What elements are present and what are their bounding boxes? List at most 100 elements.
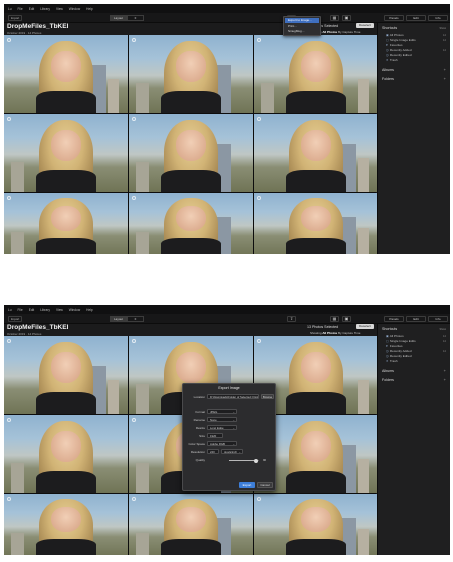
- select-check-icon[interactable]: [132, 497, 136, 501]
- export-button[interactable]: Export: [239, 482, 255, 488]
- photo-thumbnail[interactable]: [4, 336, 128, 414]
- add-folder-icon[interactable]: +: [444, 76, 446, 81]
- filter-dropdown[interactable]: All Photos: [322, 30, 337, 34]
- sidebar-item-favorites[interactable]: ♥ Favorites: [386, 43, 403, 47]
- add-folder-icon[interactable]: +: [444, 377, 446, 382]
- tab-info[interactable]: Info: [428, 15, 448, 21]
- tab-panels[interactable]: Panels: [384, 15, 404, 21]
- tab-edit[interactable]: Edit: [406, 15, 426, 21]
- menu-item[interactable]: Window: [69, 7, 80, 11]
- sidebar-item-recently-added[interactable]: ◷ Recently Added: [386, 349, 412, 353]
- menu-item[interactable]: View: [56, 7, 63, 11]
- menu-item[interactable]: Edit: [29, 308, 35, 312]
- menu-item[interactable]: View: [56, 308, 63, 312]
- select-check-icon[interactable]: [257, 196, 261, 200]
- format-select[interactable]: JPEG ⌄: [207, 409, 237, 414]
- sidebar-item-recently-edited[interactable]: ◷ Recently Edited: [386, 53, 412, 57]
- menu-item-smugmug[interactable]: SmugMug…: [285, 29, 319, 34]
- menu-item[interactable]: Edit: [29, 7, 35, 11]
- select-check-icon[interactable]: [7, 497, 11, 501]
- select-check-icon[interactable]: [132, 38, 136, 42]
- cancel-button[interactable]: Cancel: [257, 482, 273, 488]
- quality-slider[interactable]: [229, 458, 259, 463]
- sidebar-item-recently-added[interactable]: ◷ Recently Added: [386, 48, 412, 52]
- sidebar-item-trash[interactable]: ✕ Trash: [386, 359, 398, 363]
- slider-handle[interactable]: [254, 458, 258, 463]
- menu-item[interactable]: File: [18, 308, 23, 312]
- photo-thumbnail[interactable]: [4, 193, 128, 254]
- export-icon[interactable]: ⇧: [287, 316, 296, 322]
- tab-edit[interactable]: Edit: [406, 316, 426, 322]
- photo-thumbnail[interactable]: [4, 415, 128, 493]
- location-field[interactable]: D:\Downloads\Folder of Selected Original…: [207, 394, 259, 399]
- photo-thumbnail[interactable]: [254, 193, 378, 254]
- browse-button[interactable]: Browse: [261, 394, 274, 399]
- select-check-icon[interactable]: [132, 339, 136, 343]
- menu-item[interactable]: Library: [40, 7, 50, 11]
- photo-thumbnail[interactable]: [254, 35, 378, 113]
- menu-item[interactable]: Library: [40, 308, 50, 312]
- select-check-icon[interactable]: [7, 117, 11, 121]
- menu-item[interactable]: Lu: [8, 308, 12, 312]
- grid-view-icon[interactable]: ▦: [330, 15, 339, 21]
- photo-thumbnail[interactable]: [129, 35, 253, 113]
- select-check-icon[interactable]: [132, 196, 136, 200]
- photo-thumbnail[interactable]: [254, 494, 378, 555]
- show-toggle[interactable]: Show: [440, 328, 447, 331]
- select-check-icon[interactable]: [132, 418, 136, 422]
- menu-item-export-to-image[interactable]: Export to Image…: [285, 18, 319, 23]
- sidebar-item-trash[interactable]: ✕ Trash: [386, 58, 398, 62]
- tab-info[interactable]: Info: [428, 316, 448, 322]
- view-mode-layout[interactable]: Layout: [110, 316, 127, 322]
- select-check-icon[interactable]: [7, 196, 11, 200]
- select-check-icon[interactable]: [132, 117, 136, 121]
- select-check-icon[interactable]: [257, 497, 261, 501]
- view-mode-layout[interactable]: Layout: [110, 15, 127, 21]
- colorspace-select[interactable]: Adobe RGB ⌄: [207, 441, 237, 446]
- menu-item[interactable]: Help: [86, 7, 93, 11]
- photo-thumbnail[interactable]: [4, 114, 128, 192]
- photo-thumbnail[interactable]: [4, 35, 128, 113]
- photo-thumbnail[interactable]: [129, 494, 253, 555]
- photo-thumbnail[interactable]: [129, 114, 253, 192]
- tab-panels[interactable]: Panels: [384, 316, 404, 322]
- import-button[interactable]: Import: [8, 15, 22, 21]
- import-button[interactable]: Import: [8, 316, 22, 322]
- menu-item[interactable]: Help: [86, 308, 93, 312]
- select-check-icon[interactable]: [257, 339, 261, 343]
- sidebar-item-recently-edited[interactable]: ◷ Recently Edited: [386, 354, 412, 358]
- rename-select[interactable]: None ⌄: [207, 417, 237, 422]
- deselect-button[interactable]: Deselect: [356, 23, 374, 28]
- filter-dropdown[interactable]: All Photos: [322, 331, 337, 335]
- view-mode-list[interactable]: ≡: [127, 316, 144, 322]
- menu-item[interactable]: Lu: [8, 7, 12, 11]
- resolution-input[interactable]: 240: [207, 449, 219, 454]
- select-check-icon[interactable]: [257, 38, 261, 42]
- view-mode-list[interactable]: ≡: [127, 15, 144, 21]
- add-album-icon[interactable]: +: [444, 67, 446, 72]
- sidebar-item-all-photos[interactable]: ▣ All Photos: [386, 334, 404, 338]
- show-toggle[interactable]: Show: [440, 27, 447, 30]
- resolution-unit-select[interactable]: pixels/inch ⌄: [221, 449, 243, 454]
- sidebar-item-favorites[interactable]: ♥ Favorites: [386, 344, 403, 348]
- photo-thumbnail[interactable]: [4, 494, 128, 555]
- deselect-button[interactable]: Deselect: [356, 324, 374, 329]
- select-check-icon[interactable]: [7, 418, 11, 422]
- sidebar-item-single-image-edits[interactable]: ▢ Single Image Edits: [386, 38, 416, 42]
- sidebar-item-single-image-edits[interactable]: ▢ Single Image Edits: [386, 339, 416, 343]
- add-album-icon[interactable]: +: [444, 368, 446, 373]
- sidebar-item-all-photos[interactable]: ▣ All Photos: [386, 33, 404, 37]
- photo-thumbnail[interactable]: [129, 193, 253, 254]
- photo-thumbnail[interactable]: [254, 114, 378, 192]
- select-check-icon[interactable]: [7, 38, 11, 42]
- grid-view-icon[interactable]: ▦: [330, 316, 339, 322]
- menu-item[interactable]: Window: [69, 308, 80, 312]
- select-check-icon[interactable]: [7, 339, 11, 343]
- size-input[interactable]: 1920: [207, 433, 223, 438]
- single-view-icon[interactable]: ▣: [342, 15, 351, 21]
- menu-item[interactable]: File: [18, 7, 23, 11]
- select-check-icon[interactable]: [257, 117, 261, 121]
- single-view-icon[interactable]: ▣: [342, 316, 351, 322]
- sort-dropdown[interactable]: By Capture Time: [338, 331, 360, 335]
- resize-select[interactable]: Long Edge ⌄: [207, 425, 237, 430]
